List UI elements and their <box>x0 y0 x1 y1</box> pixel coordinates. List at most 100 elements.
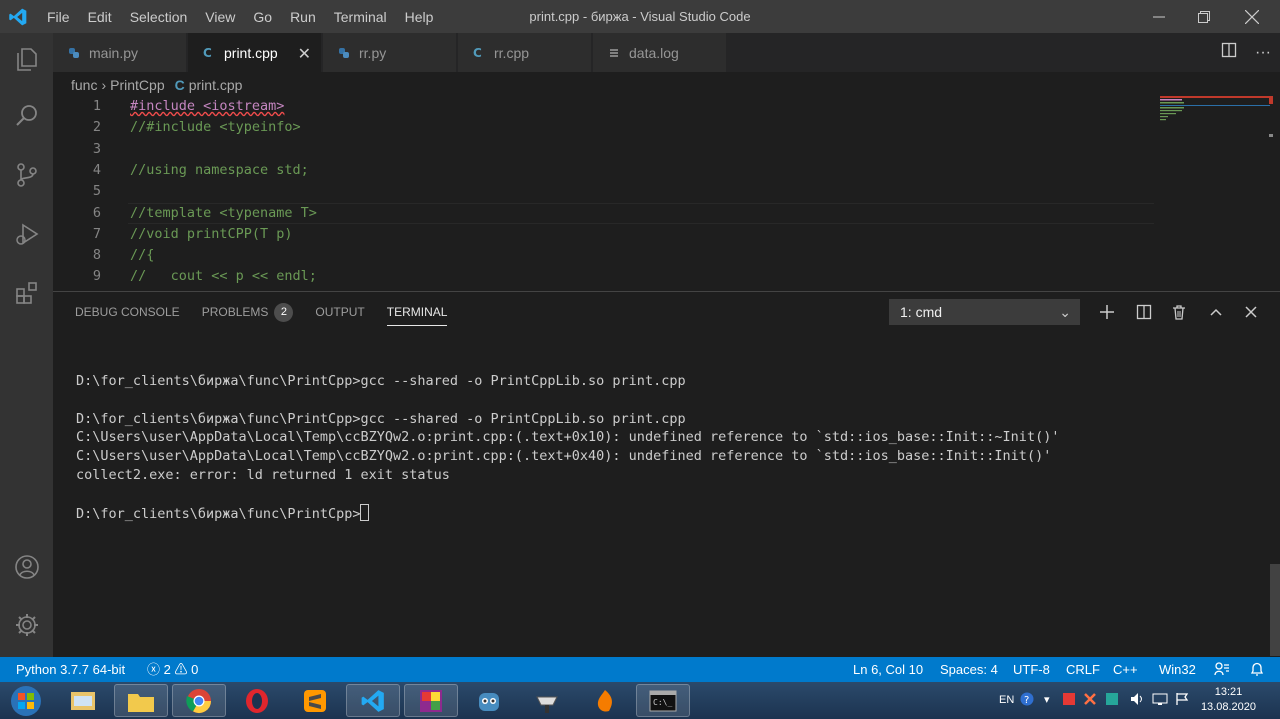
taskbar-vscode-app[interactable] <box>346 684 400 717</box>
taskbar-godot-app[interactable] <box>462 684 516 717</box>
tab-label: PROBLEMS <box>201 305 269 319</box>
menu-edit[interactable]: Edit <box>79 9 121 25</box>
accounts-button[interactable] <box>0 543 53 591</box>
split-icon <box>1136 304 1152 320</box>
taskbar-sublime-app[interactable] <box>288 684 342 717</box>
indentation[interactable]: Spaces: 4 <box>940 657 998 682</box>
system-clock[interactable]: 13:21 13.08.2020 <box>1201 685 1256 715</box>
start-button[interactable] <box>4 684 48 717</box>
code-text: //#include <typeinfo> <box>130 119 301 136</box>
tab-terminal[interactable]: TERMINAL <box>386 292 447 332</box>
terminal-scrollbar[interactable] <box>1270 564 1280 656</box>
gear-icon <box>15 614 38 636</box>
explorer-button[interactable] <box>0 35 53 83</box>
breadcrumb-func[interactable]: func <box>71 77 97 93</box>
taskbar-explorer-app[interactable] <box>56 684 110 717</box>
taskbar-winrar-app[interactable] <box>404 684 458 717</box>
line-number: 2 <box>92 119 101 136</box>
tab-rr-cpp[interactable]: C rr.cpp <box>458 33 592 72</box>
tab-label: print.cpp <box>224 44 278 61</box>
files-icon <box>16 48 37 71</box>
cursor-position[interactable]: Ln 6, Col 10 <box>853 657 923 682</box>
code-editor[interactable]: 1 #include <iostream> 2 //#include <type… <box>53 96 1280 291</box>
breadcrumb-printcpp[interactable]: PrintCpp <box>110 77 164 93</box>
problems-status[interactable]: ⓧ 2 ⚠ 0 <box>147 657 198 682</box>
help-tray-icon[interactable]: ? <box>1020 682 1034 719</box>
maximize-button[interactable] <box>1181 0 1227 33</box>
tray-network-icon[interactable] <box>1105 682 1119 719</box>
editor-scrollbar[interactable] <box>1266 96 1280 291</box>
status-bar: Python 3.7.7 64-bit ⓧ 2 ⚠ 0 Ln 6, Col 10… <box>0 657 1280 682</box>
platform[interactable]: Win32 <box>1159 657 1196 682</box>
tab-rr-py[interactable]: rr.py <box>323 33 457 72</box>
language-indicator[interactable]: EN <box>999 682 1014 719</box>
search-button[interactable] <box>0 92 53 140</box>
taskbar-fl-studio-app[interactable] <box>578 684 632 717</box>
close-tab-icon[interactable]: ✕ <box>298 44 311 64</box>
problems-badge: 2 <box>274 302 294 322</box>
language-mode[interactable]: C++ <box>1113 657 1138 682</box>
kill-terminal-button[interactable] <box>1167 300 1191 324</box>
volume-icon[interactable] <box>1130 682 1146 719</box>
flag-icon[interactable] <box>1175 682 1189 719</box>
windows-logo-icon <box>11 685 41 716</box>
menu-terminal[interactable]: Terminal <box>325 9 396 25</box>
terminal-line: D:\for_clients\биржа\func\PrintCpp>gcc -… <box>76 410 686 427</box>
taskbar-chrome-app[interactable] <box>172 684 226 717</box>
tab-data-log[interactable]: data.log <box>593 33 727 72</box>
taskbar-cmd-app[interactable]: C:\_ <box>636 684 690 717</box>
notifications-icon[interactable] <box>1249 657 1265 682</box>
close-panel-button[interactable] <box>1239 300 1263 324</box>
tab-output[interactable]: OUTPUT <box>315 292 364 332</box>
source-control-button[interactable] <box>0 151 53 199</box>
tab-debug-console[interactable]: DEBUG CONSOLE <box>75 292 180 332</box>
minimap[interactable] <box>1160 96 1270 156</box>
tab-print-cpp[interactable]: C print.cpp ✕ <box>188 33 322 72</box>
editor-actions: ··· <box>1212 33 1280 72</box>
tab-label: OUTPUT <box>315 305 365 319</box>
close-window-button[interactable] <box>1229 0 1275 33</box>
folder-icon <box>128 693 154 712</box>
tray-tool-icon[interactable] <box>1083 682 1097 719</box>
taskbar-opera-app[interactable] <box>230 684 284 717</box>
display-icon[interactable] <box>1152 682 1168 719</box>
breadcrumb-file[interactable]: print.cpp <box>189 77 243 93</box>
terminal-select[interactable]: 1: cmd ⌄ <box>889 299 1080 325</box>
line-ending[interactable]: CRLF <box>1066 657 1100 682</box>
svg-text:C:\_: C:\_ <box>653 698 672 707</box>
menu-go[interactable]: Go <box>244 9 281 25</box>
new-terminal-button[interactable] <box>1095 300 1119 324</box>
tab-label: DEBUG CONSOLE <box>75 305 180 319</box>
taskbar-folder-app[interactable] <box>114 684 168 717</box>
extensions-button[interactable] <box>0 269 53 317</box>
menu-view[interactable]: View <box>196 9 244 25</box>
python-interpreter[interactable]: Python 3.7.7 64-bit <box>16 657 125 682</box>
menu-file[interactable]: File <box>38 9 79 25</box>
code-text: //void printCPP(T p) <box>130 225 293 242</box>
run-debug-button[interactable] <box>0 210 53 258</box>
tray-app-icon[interactable] <box>1062 682 1076 719</box>
taskbar-network-app[interactable] <box>520 684 574 717</box>
manage-button[interactable] <box>0 601 53 649</box>
menu-help[interactable]: Help <box>396 9 443 25</box>
minimize-button[interactable] <box>1136 0 1182 33</box>
log-file-icon <box>607 46 621 60</box>
encoding[interactable]: UTF-8 <box>1013 657 1050 682</box>
code-line: 8 //{ <box>53 245 1153 266</box>
tab-problems[interactable]: PROBLEMS 2 <box>202 292 294 332</box>
code-line: 4 //using namespace std; <box>53 160 1153 181</box>
split-editor-button[interactable] <box>1212 42 1246 63</box>
menu-run[interactable]: Run <box>281 9 325 25</box>
tab-main-py[interactable]: main.py <box>53 33 187 72</box>
activity-bar <box>0 33 53 657</box>
feedback-icon[interactable] <box>1214 657 1230 682</box>
more-actions-button[interactable]: ··· <box>1246 44 1280 62</box>
split-terminal-button[interactable] <box>1132 300 1156 324</box>
maximize-panel-button[interactable] <box>1204 300 1228 324</box>
chrome-icon <box>186 688 211 713</box>
menu-selection[interactable]: Selection <box>121 9 197 25</box>
tray-expand-icon[interactable]: ▾ <box>1044 682 1050 719</box>
terminal-output[interactable]: D:\for_clients\биржа\func\PrintCpp>gcc -… <box>76 372 1059 522</box>
